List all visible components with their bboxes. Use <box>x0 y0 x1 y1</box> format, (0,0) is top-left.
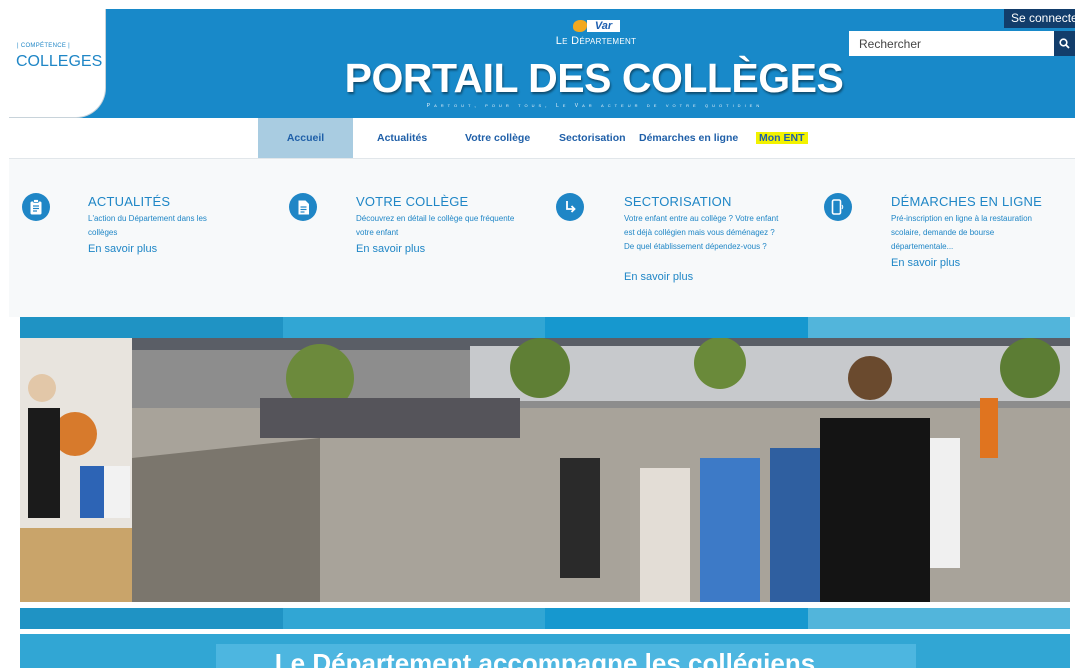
competence-badge[interactable]: | COMPÉTENCE | COLLEGES <box>9 9 106 118</box>
nav-item-label: Démarches en ligne <box>639 132 739 144</box>
stripe-segment <box>545 317 808 338</box>
banner-text: Le Département accompagne les collégiens <box>274 648 816 668</box>
feature-desc-votre-college: Découvrez en détail le collège que fréqu… <box>356 214 515 237</box>
schoolyard-image <box>20 338 1070 602</box>
tagline: Partout, pour tous, Le Var acteur de vot… <box>426 103 764 109</box>
stripe-segment <box>283 608 545 629</box>
document-icon[interactable] <box>289 193 317 221</box>
feature-desc-demarches: Pré-inscription en ligne à la restaurati… <box>891 214 1032 251</box>
nav-item-label: Actualités <box>377 132 428 144</box>
feature-desc-actualites: L'action du Département dans les collège… <box>88 214 207 237</box>
nav-item-demarches[interactable]: Démarches en ligne <box>639 118 738 158</box>
nav-item-mon-ent[interactable]: Mon ENT <box>756 118 808 158</box>
feature-title-actualites[interactable]: ACTUALITÉS <box>88 194 170 209</box>
nav-item-actualites[interactable]: Actualités <box>377 118 427 158</box>
feature-title-demarches[interactable]: DÉMARCHES EN LIGNE <box>891 194 1042 209</box>
feature-more-actualites[interactable]: En savoir plus <box>88 243 157 255</box>
stripe-segment <box>808 608 1070 629</box>
department-label: Le Département <box>555 35 637 47</box>
stripe-segment <box>20 608 283 629</box>
turn-arrow-icon[interactable] <box>556 193 584 221</box>
clipboard-icon[interactable] <box>22 193 50 221</box>
badge-colleges-title: COLLEGES <box>16 53 103 70</box>
feature-more-sectorisation[interactable]: En savoir plus <box>624 271 693 283</box>
nav-item-label: Accueil <box>286 132 325 144</box>
stripe-segment <box>283 317 545 338</box>
nav-item-accueil[interactable]: Accueil <box>258 118 353 158</box>
page-title: PORTAIL DES COLLÈGES <box>344 55 844 101</box>
feature-title-votre-college[interactable]: VOTRE COLLÈGE <box>356 194 468 209</box>
logo-flower-icon <box>573 20 587 32</box>
mobile-phone-icon[interactable] <box>824 193 852 221</box>
search-icon <box>1059 38 1070 49</box>
turn-arrow-glyph <box>566 201 576 213</box>
main-nav <box>9 118 1075 159</box>
stripe-segment <box>20 317 283 338</box>
search-button[interactable] <box>1054 31 1075 56</box>
stripe-segment <box>808 317 1070 338</box>
badge-competence-label: | COMPÉTENCE | <box>17 43 70 49</box>
feature-more-votre-college[interactable]: En savoir plus <box>356 243 425 255</box>
nav-item-label: Votre collège <box>465 132 531 144</box>
stripe-segment <box>545 608 808 629</box>
feature-title-sectorisation[interactable]: SECTORISATION <box>624 194 732 209</box>
var-logo[interactable]: Var <box>573 20 620 32</box>
hero-photo <box>20 338 1070 602</box>
nav-item-label: Sectorisation <box>559 132 626 144</box>
logo-var-text: Var <box>587 20 620 32</box>
document-glyph <box>298 200 309 214</box>
promo-banner: Le Département accompagne les collégiens <box>20 634 1070 668</box>
clipboard-glyph <box>30 199 42 215</box>
nav-item-sectorisation[interactable]: Sectorisation <box>559 118 626 158</box>
mobile-phone-glyph <box>831 199 844 215</box>
feature-desc-sectorisation: Votre enfant entre au collège ? Votre en… <box>624 214 779 251</box>
login-button[interactable]: Se connecter <box>1004 9 1075 28</box>
search-input[interactable] <box>849 31 1054 56</box>
feature-more-demarches[interactable]: En savoir plus <box>891 257 960 269</box>
nav-item-votre-college[interactable]: Votre collège <box>465 118 530 158</box>
nav-item-label: Mon ENT <box>756 132 808 144</box>
